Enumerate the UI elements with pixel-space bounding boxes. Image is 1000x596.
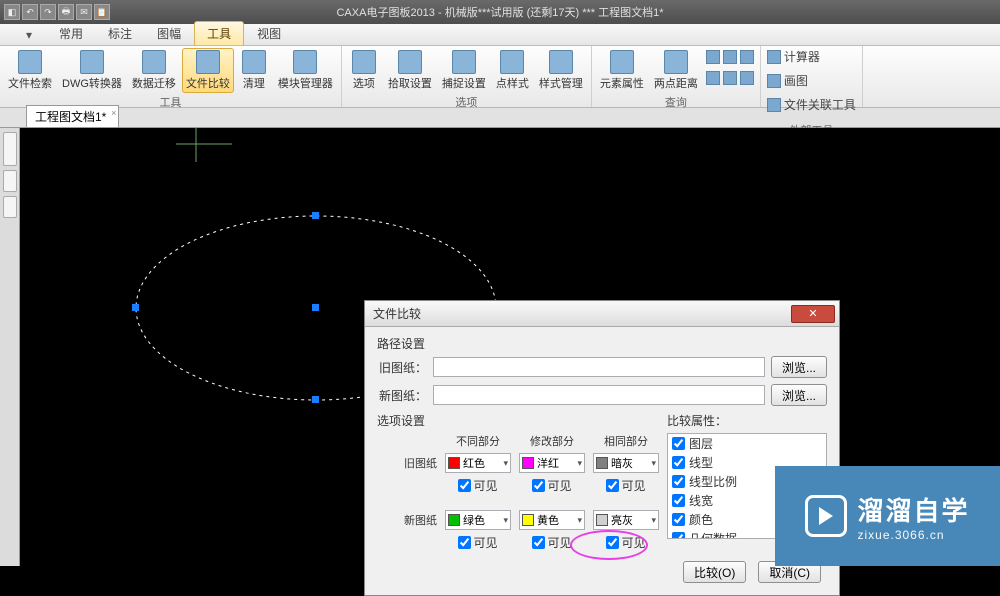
new-mod-color[interactable]: 黄色▾: [519, 510, 585, 530]
pick-settings-button[interactable]: 拾取设置: [384, 48, 436, 93]
new-drawing-label: 新图纸：: [377, 387, 427, 404]
qat-mail[interactable]: ✉: [76, 4, 92, 20]
module-mgr-button[interactable]: 模块管理器: [274, 48, 337, 93]
document-tab[interactable]: 工程图文档1*×: [26, 105, 119, 127]
ext-assoc[interactable]: 文件关联工具: [767, 96, 856, 113]
ribbon-tabs: ▾ 常用 标注 图幅 工具 视图: [0, 24, 1000, 46]
old-diff-color[interactable]: 红色▾: [445, 453, 511, 473]
ribbon-group-query: 元素属性 两点距离 查询: [592, 46, 761, 107]
attr-linetype[interactable]: [672, 456, 685, 469]
dialog-close-button[interactable]: ✕: [791, 305, 835, 323]
attr-layer[interactable]: [672, 437, 685, 450]
attrs-legend: 比较属性：: [667, 412, 827, 429]
hdr-same: 相同部分: [593, 433, 659, 449]
tab-view[interactable]: 视图: [245, 22, 293, 45]
old-drawing-input[interactable]: [433, 357, 765, 377]
old-diff-visible[interactable]: [458, 479, 471, 492]
file-search-button[interactable]: 文件检索: [4, 48, 56, 93]
new-mod-visible[interactable]: [532, 536, 545, 549]
ext-calc[interactable]: 计算器: [767, 48, 856, 65]
ribbon: 文件检索 DWG转换器 数据迁移 文件比较 清理 模块管理器 工具 选项 拾取设…: [0, 46, 1000, 108]
new-diff-visible[interactable]: [458, 536, 471, 549]
ribbon-group-tools: 文件检索 DWG转换器 数据迁移 文件比较 清理 模块管理器 工具: [0, 46, 342, 107]
qat-undo[interactable]: ↶: [22, 4, 38, 20]
watermark-url: zixue.3066.cn: [857, 528, 969, 542]
new-diff-color[interactable]: 绿色▾: [445, 510, 511, 530]
tab-common[interactable]: 常用: [47, 22, 95, 45]
path-settings-section: 路径设置 旧图纸： 浏览... 新图纸： 浏览...: [377, 335, 827, 406]
purge-button[interactable]: 清理: [236, 48, 272, 93]
attr-color[interactable]: [672, 513, 685, 526]
hdr-mod: 修改部分: [519, 433, 585, 449]
file-compare-dialog: 文件比较 ✕ 路径设置 旧图纸： 浏览... 新图纸： 浏览... 选项设: [364, 300, 840, 596]
attr-geom[interactable]: [672, 532, 685, 539]
ribbon-group-options: 选项 拾取设置 捕捉设置 点样式 样式管理 选项: [342, 46, 592, 107]
play-icon: [805, 495, 847, 537]
dialog-title: 文件比较: [373, 305, 421, 322]
tab-annotate[interactable]: 标注: [96, 22, 144, 45]
ribbon-menu-dropdown[interactable]: ▾: [20, 25, 38, 45]
old-mod-color[interactable]: 洋红▾: [519, 453, 585, 473]
file-compare-button[interactable]: 文件比较: [182, 48, 234, 93]
browse-old-button[interactable]: 浏览...: [771, 356, 827, 378]
options-button[interactable]: 选项: [346, 48, 382, 93]
dwg-convert-button[interactable]: DWG转换器: [58, 48, 126, 93]
old-same-visible[interactable]: [606, 479, 619, 492]
query-small-stack: [704, 48, 756, 93]
query-small-1[interactable]: [706, 50, 754, 64]
data-migrate-button[interactable]: 数据迁移: [128, 48, 180, 93]
close-icon[interactable]: ×: [111, 108, 116, 118]
snap-settings-button[interactable]: 捕捉设置: [438, 48, 490, 93]
app-menu-button[interactable]: ◧: [4, 4, 20, 20]
row-old-label: 旧图纸: [377, 455, 437, 471]
old-mod-visible[interactable]: [532, 479, 545, 492]
row-new-label: 新图纸: [377, 512, 437, 528]
attr-ltscale[interactable]: [672, 475, 685, 488]
dist-button[interactable]: 两点距离: [650, 48, 702, 93]
group-label-query: 查询: [596, 93, 756, 112]
browse-new-button[interactable]: 浏览...: [771, 384, 827, 406]
group-label-options: 选项: [346, 93, 587, 112]
ext-paint[interactable]: 画图: [767, 72, 856, 89]
watermark: 溜溜自学 zixue.3066.cn: [775, 466, 1000, 566]
new-same-visible[interactable]: [606, 536, 619, 549]
style-mgr-button[interactable]: 样式管理: [535, 48, 587, 93]
attr-lineweight[interactable]: [672, 494, 685, 507]
hdr-diff: 不同部分: [445, 433, 511, 449]
path-legend: 路径设置: [377, 335, 827, 352]
old-same-color[interactable]: 暗灰▾: [593, 453, 659, 473]
drawing-canvas[interactable]: 文件比较 ✕ 路径设置 旧图纸： 浏览... 新图纸： 浏览... 选项设: [0, 128, 1000, 566]
qat-print[interactable]: 🖶: [58, 4, 74, 20]
point-style-button[interactable]: 点样式: [492, 48, 533, 93]
qat-redo[interactable]: ↷: [40, 4, 56, 20]
new-drawing-input[interactable]: [433, 385, 765, 405]
watermark-title: 溜溜自学: [857, 491, 969, 528]
dialog-titlebar[interactable]: 文件比较 ✕: [365, 301, 839, 327]
compare-button[interactable]: 比较(O): [683, 561, 746, 583]
elem-prop-button[interactable]: 元素属性: [596, 48, 648, 93]
query-small-2[interactable]: [706, 71, 754, 85]
new-same-color[interactable]: 亮灰▾: [593, 510, 659, 530]
old-drawing-label: 旧图纸：: [377, 359, 427, 376]
tab-sheet[interactable]: 图幅: [145, 22, 193, 45]
tab-tools[interactable]: 工具: [194, 21, 244, 45]
qat-paste[interactable]: 📋: [94, 4, 110, 20]
title-bar: ◧ ↶ ↷ 🖶 ✉ 📋 CAXA电子图板2013 - 机械版***试用版 (还剩…: [0, 0, 1000, 24]
quick-access-toolbar: ◧ ↶ ↷ 🖶 ✉ 📋: [4, 4, 110, 20]
options-legend: 选项设置: [377, 412, 659, 429]
window-title: CAXA电子图板2013 - 机械版***试用版 (还剩17天) *** 工程图…: [336, 4, 663, 20]
ribbon-group-external: 计算器 画图 文件关联工具 外部工具: [761, 46, 863, 107]
